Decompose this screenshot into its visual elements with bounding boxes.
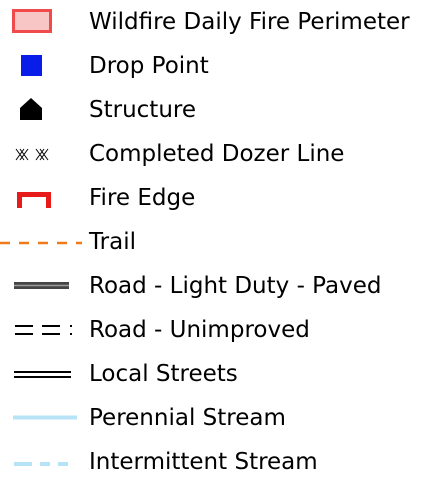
legend-item-drop-point: Drop Point xyxy=(0,44,422,88)
legend-item-structure: Structure xyxy=(0,88,422,132)
road-unimproved-icon xyxy=(0,308,82,352)
legend-item-road-light-duty-paved: Road - Light Duty - Paved xyxy=(0,264,422,308)
legend-label: Completed Dozer Line xyxy=(89,141,345,167)
intermittent-stream-icon xyxy=(0,440,82,484)
legend-item-fire-edge: Fire Edge xyxy=(0,176,422,220)
legend-label: Local Streets xyxy=(89,361,238,387)
legend-label: Structure xyxy=(89,97,196,123)
trail-icon xyxy=(0,220,82,264)
legend-label: Wildfire Daily Fire Perimeter xyxy=(89,9,410,35)
legend-item-intermittent-stream: Intermittent Stream xyxy=(0,440,422,484)
legend-item-completed-dozer-line: Completed Dozer Line xyxy=(0,132,422,176)
fire-edge-icon xyxy=(0,176,82,220)
legend-label: Fire Edge xyxy=(89,185,196,211)
legend-label: Trail xyxy=(89,229,136,255)
legend-item-fire-perimeter: Wildfire Daily Fire Perimeter xyxy=(0,0,422,44)
legend-item-local-streets: Local Streets xyxy=(0,352,422,396)
legend-label: Perennial Stream xyxy=(89,405,286,431)
legend-item-road-unimproved: Road - Unimproved xyxy=(0,308,422,352)
drop-point-icon xyxy=(0,44,82,88)
legend-item-trail: Trail xyxy=(0,220,422,264)
dozer-line-icon xyxy=(0,132,82,176)
legend-item-perennial-stream: Perennial Stream xyxy=(0,396,422,440)
perennial-stream-icon xyxy=(0,396,82,440)
legend-label: Road - Light Duty - Paved xyxy=(89,273,382,299)
legend-label: Intermittent Stream xyxy=(89,449,318,475)
local-streets-icon xyxy=(0,352,82,396)
legend-label: Road - Unimproved xyxy=(89,317,310,343)
legend-label: Drop Point xyxy=(89,53,209,79)
fire-perimeter-icon xyxy=(0,0,82,44)
map-legend: Wildfire Daily Fire Perimeter Drop Point… xyxy=(0,0,422,495)
structure-icon xyxy=(0,88,82,132)
road-light-duty-paved-icon xyxy=(0,264,82,308)
